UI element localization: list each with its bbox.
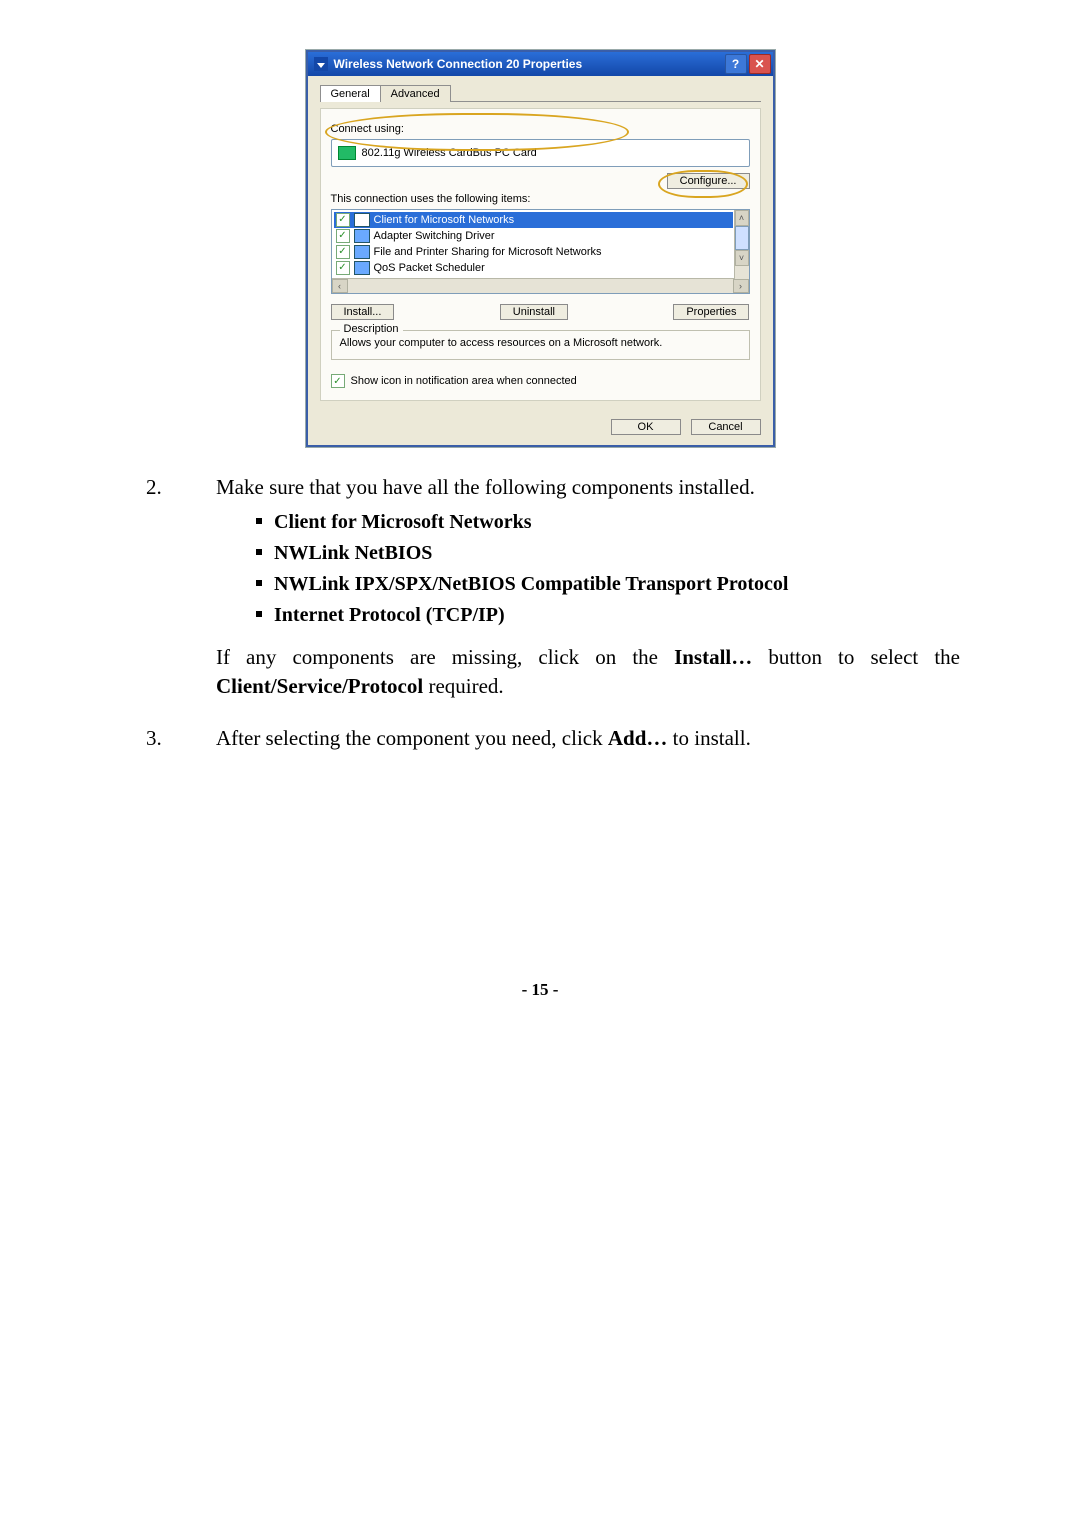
properties-dialog: Wireless Network Connection 20 Propertie… xyxy=(306,50,775,447)
install-button[interactable]: Install... xyxy=(331,304,395,320)
scroll-left-icon[interactable]: ‹ xyxy=(332,279,348,293)
checkbox-icon[interactable]: ✓ xyxy=(336,245,350,259)
component-icon xyxy=(354,213,370,227)
list-item[interactable]: ✓ Client for Microsoft Networks xyxy=(334,212,733,228)
list-item: Client for Microsoft Networks xyxy=(256,509,960,536)
titlebar: Wireless Network Connection 20 Propertie… xyxy=(308,52,773,76)
checkbox-icon[interactable]: ✓ xyxy=(331,374,345,388)
step-number: 3. xyxy=(120,724,216,752)
checkbox-icon[interactable]: ✓ xyxy=(336,261,350,275)
checkbox-icon[interactable]: ✓ xyxy=(336,213,350,227)
ok-button[interactable]: OK xyxy=(611,419,681,435)
general-panel: Connect using: 802.11g Wireless CardBus … xyxy=(320,108,761,401)
network-card-icon xyxy=(338,146,356,160)
list-item[interactable]: ✓ Adapter Switching Driver xyxy=(334,228,733,244)
dialog-figure: Wireless Network Connection 20 Propertie… xyxy=(120,50,960,447)
items-listbox[interactable]: ✓ Client for Microsoft Networks ✓ Adapte… xyxy=(331,209,750,294)
horizontal-scrollbar[interactable]: ‹ › xyxy=(332,278,749,293)
component-list: Client for Microsoft Networks NWLink Net… xyxy=(256,509,960,629)
step-2-text: Make sure that you have all the followin… xyxy=(216,475,755,499)
page-number: - 15 - xyxy=(0,980,1080,1000)
document-body: 2. Make sure that you have all the follo… xyxy=(120,473,960,752)
connect-using-label: Connect using: xyxy=(331,123,750,135)
uninstall-button[interactable]: Uninstall xyxy=(500,304,568,320)
step-2-paragraph: If any components are missing, click on … xyxy=(216,643,960,700)
step-2: 2. Make sure that you have all the follo… xyxy=(120,473,960,700)
adapter-name: 802.11g Wireless CardBus PC Card xyxy=(362,147,537,159)
description-group: Description Allows your computer to acce… xyxy=(331,330,750,360)
cancel-button[interactable]: Cancel xyxy=(691,419,761,435)
tab-general[interactable]: General xyxy=(320,85,381,102)
close-button[interactable]: ✕ xyxy=(749,54,771,74)
step-number: 2. xyxy=(120,473,216,700)
list-item[interactable]: ✓ QoS Packet Scheduler xyxy=(334,260,733,276)
description-text: Allows your computer to access resources… xyxy=(340,337,741,349)
description-legend: Description xyxy=(340,323,403,335)
step-3: 3. After selecting the component you nee… xyxy=(120,724,960,752)
show-icon-label: Show icon in notification area when conn… xyxy=(351,375,577,387)
show-icon-row[interactable]: ✓ Show icon in notification area when co… xyxy=(331,374,750,388)
items-label: This connection uses the following items… xyxy=(331,193,750,205)
wireless-icon xyxy=(314,57,328,71)
scroll-thumb[interactable] xyxy=(735,226,749,250)
vertical-scrollbar[interactable]: ˄ ˅ xyxy=(734,210,749,279)
component-icon xyxy=(354,261,370,275)
scroll-down-icon[interactable]: ˅ xyxy=(735,250,749,266)
list-item: NWLink IPX/SPX/NetBIOS Compatible Transp… xyxy=(256,571,960,598)
checkbox-icon[interactable]: ✓ xyxy=(336,229,350,243)
component-icon xyxy=(354,245,370,259)
list-item: NWLink NetBIOS xyxy=(256,540,960,567)
help-button[interactable]: ? xyxy=(725,54,747,74)
list-item[interactable]: ✓ File and Printer Sharing for Microsoft… xyxy=(334,244,733,260)
dialog-title: Wireless Network Connection 20 Propertie… xyxy=(334,57,583,71)
adapter-field[interactable]: 802.11g Wireless CardBus PC Card xyxy=(331,139,750,167)
properties-button[interactable]: Properties xyxy=(673,304,749,320)
component-icon xyxy=(354,229,370,243)
scroll-right-icon[interactable]: › xyxy=(733,279,749,293)
tab-advanced[interactable]: Advanced xyxy=(380,85,451,102)
configure-button[interactable]: Configure... xyxy=(667,173,750,189)
list-item: Internet Protocol (TCP/IP) xyxy=(256,602,960,629)
scroll-up-icon[interactable]: ˄ xyxy=(735,210,749,226)
tab-strip: General Advanced xyxy=(320,84,761,102)
